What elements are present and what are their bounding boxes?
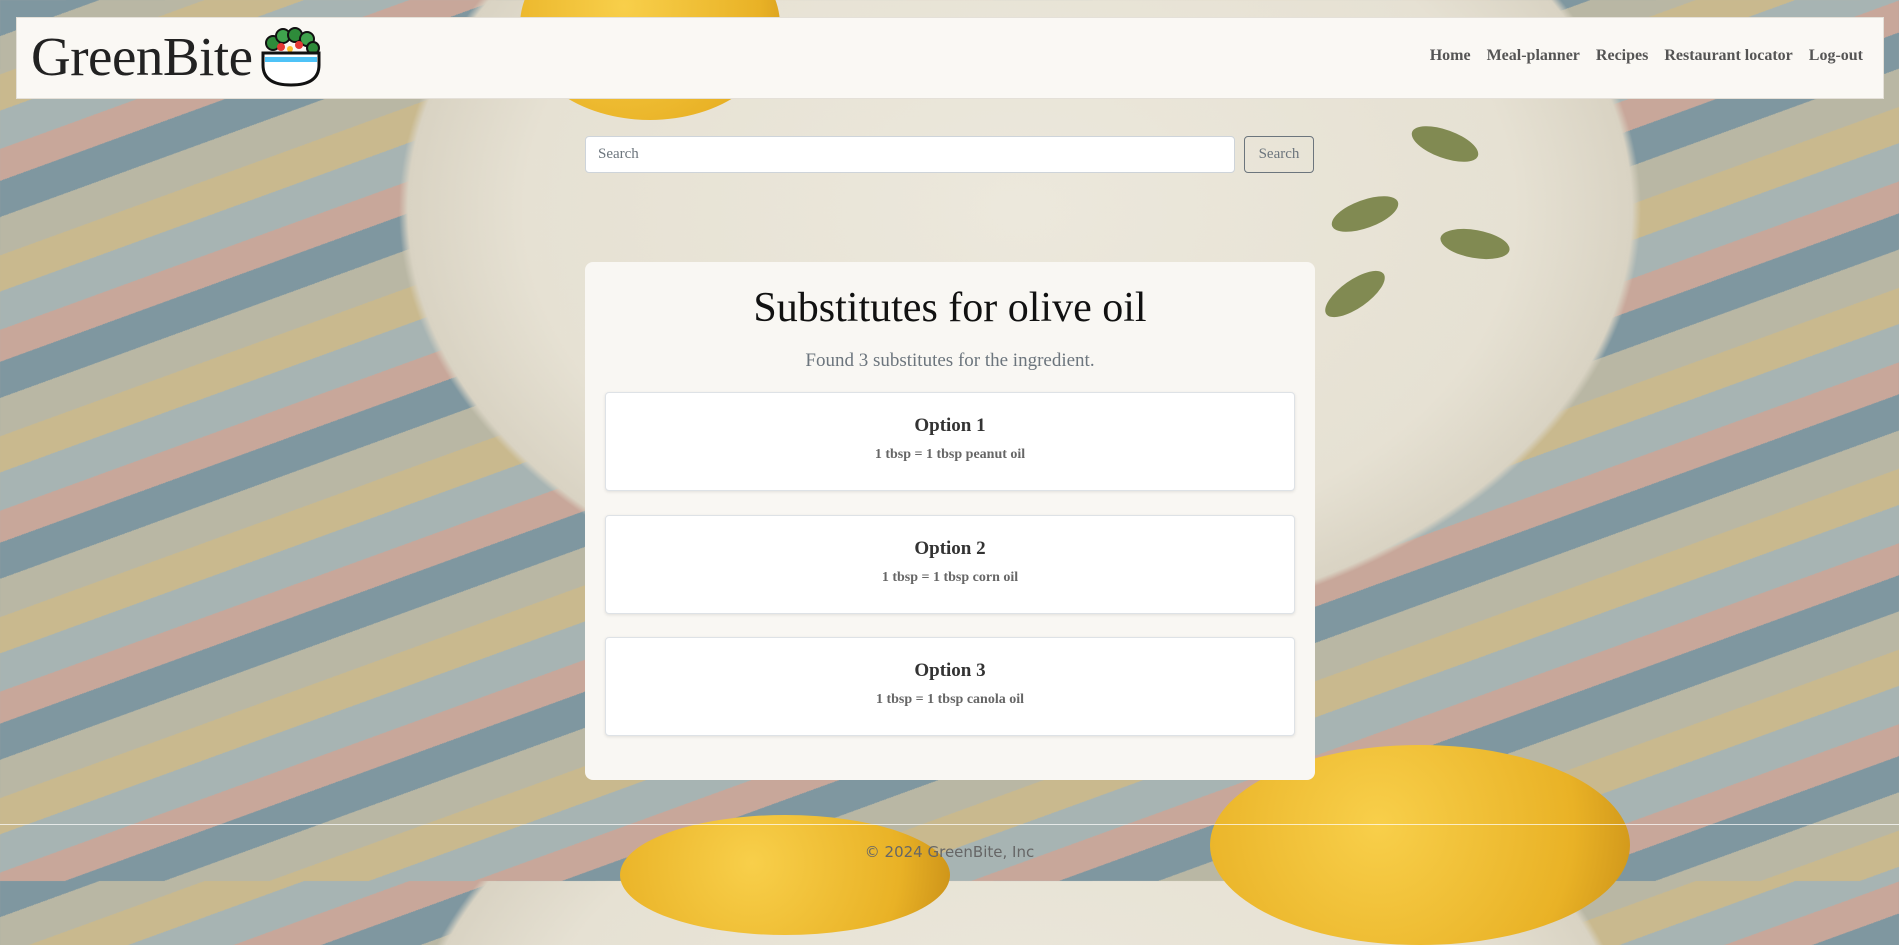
brand-logo[interactable]: GreenBite bbox=[31, 22, 323, 92]
nav-links: Home Meal-planner Recipes Restaurant loc… bbox=[1430, 47, 1863, 65]
nav-home-link[interactable]: Home bbox=[1430, 47, 1471, 65]
footer-copyright: © 2024 GreenBite, Inc bbox=[864, 843, 1035, 861]
footer-divider bbox=[0, 824, 1899, 825]
salad-bowl-icon bbox=[261, 27, 321, 87]
background-leaf bbox=[1327, 188, 1403, 240]
nav-meal-planner-link[interactable]: Meal-planner bbox=[1487, 47, 1580, 65]
substitute-option-card: Option 3 1 tbsp = 1 tbsp canola oil bbox=[605, 637, 1295, 736]
page-title: Substitutes for olive oil bbox=[753, 285, 1147, 331]
background-leaf bbox=[1318, 262, 1392, 326]
substitutes-card: Substitutes for olive oil Found 3 substi… bbox=[585, 262, 1315, 780]
search-input[interactable] bbox=[585, 136, 1235, 173]
nav-logout-link[interactable]: Log-out bbox=[1809, 47, 1863, 65]
background-leaf bbox=[1438, 224, 1512, 264]
brand-name[interactable]: GreenBite bbox=[31, 22, 253, 92]
background-leaf bbox=[1407, 118, 1483, 170]
option-title: Option 3 bbox=[914, 660, 986, 681]
background-lemon bbox=[620, 815, 950, 935]
option-title: Option 2 bbox=[914, 538, 986, 559]
option-description: 1 tbsp = 1 tbsp peanut oil bbox=[874, 447, 1026, 462]
substitute-option-card: Option 2 1 tbsp = 1 tbsp corn oil bbox=[605, 515, 1295, 614]
option-title: Option 1 bbox=[914, 415, 986, 436]
search-form: Search bbox=[585, 136, 1314, 173]
search-button[interactable]: Search bbox=[1244, 136, 1314, 173]
option-description: 1 tbsp = 1 tbsp corn oil bbox=[881, 570, 1019, 585]
nav-restaurant-locator-link[interactable]: Restaurant locator bbox=[1664, 47, 1792, 65]
nav-recipes-link[interactable]: Recipes bbox=[1596, 47, 1648, 65]
option-description: 1 tbsp = 1 tbsp canola oil bbox=[875, 692, 1024, 707]
navbar: GreenBite Home Meal-planner Recipes Rest… bbox=[16, 17, 1884, 99]
substitute-option-card: Option 1 1 tbsp = 1 tbsp peanut oil bbox=[605, 392, 1295, 491]
results-count-text: Found 3 substitutes for the ingredient. bbox=[805, 350, 1095, 371]
